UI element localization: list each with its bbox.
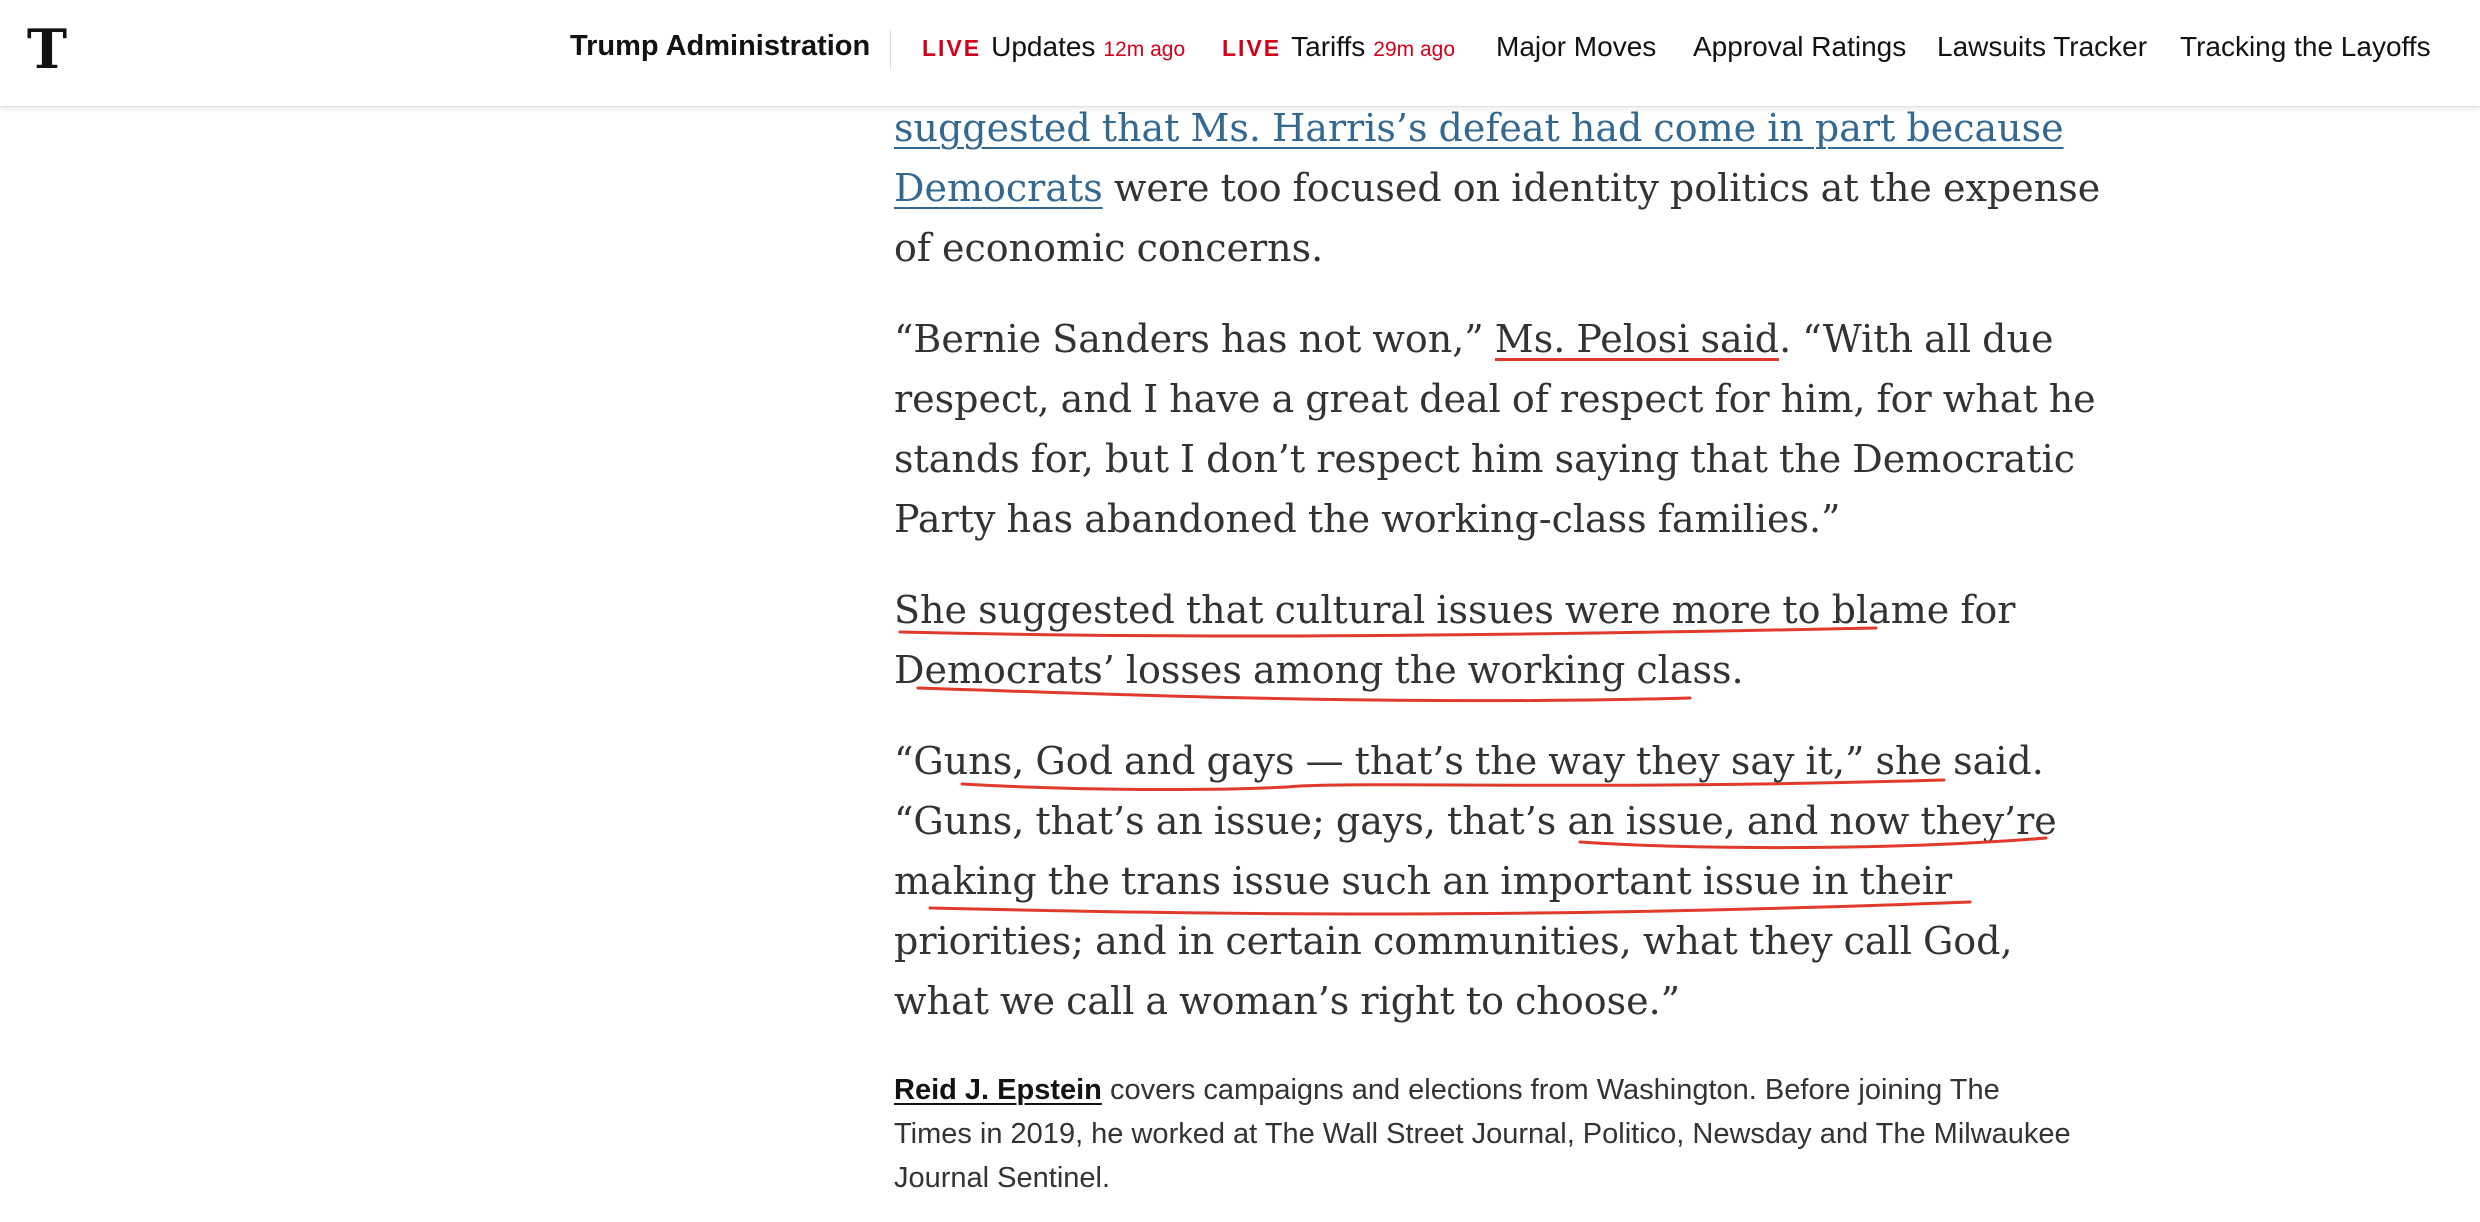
nav-item-live-tariffs[interactable]: LIVE Tariffs 29m ago — [1222, 31, 1455, 63]
nav-item-lawsuits-tracker[interactable]: Lawsuits Tracker — [1937, 31, 2147, 63]
paragraph-text: “Bernie Sanders has not won,” — [894, 317, 1495, 361]
nav-item-approval-ratings[interactable]: Approval Ratings — [1693, 31, 1906, 63]
paragraph-text: She suggested that cultural issues were … — [894, 588, 2016, 692]
paragraph-text: “Guns, God and gays — that’s the way the… — [894, 739, 2057, 1023]
nav-item-major-moves[interactable]: Major Moves — [1496, 31, 1656, 63]
nav-item-label: Tracking the Layoffs — [2180, 31, 2431, 62]
logo-letter: T — [27, 20, 67, 76]
nav-item-label: Tariffs — [1291, 31, 1366, 62]
nav-item-label: Major Moves — [1496, 31, 1657, 62]
article-paragraph: She suggested that cultural issues were … — [894, 580, 2114, 700]
nav-item-label: Updates — [991, 31, 1096, 62]
live-badge: LIVE — [1222, 35, 1282, 61]
article-paragraph: suggested that Ms. Harris’s defeat had c… — [894, 98, 2114, 278]
nav-item-label: Lawsuits Tracker — [1937, 31, 2148, 62]
annotated-phrase: Ms. Pelosi said — [1494, 317, 1780, 363]
nav-divider — [890, 30, 891, 70]
nav-item-timestamp: 12m ago — [1103, 38, 1186, 61]
nav-item-tracking-layoffs[interactable]: Tracking the Layoffs — [2180, 31, 2431, 63]
top-navigation-bar: T Trump Administration LIVE Updates 12m … — [0, 0, 2480, 107]
nyt-logo-icon[interactable]: T — [24, 20, 70, 76]
nav-item-timestamp: 29m ago — [1373, 38, 1456, 61]
article-paragraph: “Guns, God and gays — that’s the way the… — [894, 731, 2114, 1031]
section-title[interactable]: Trump Administration — [570, 30, 870, 63]
nav-item-label: Approval Ratings — [1693, 31, 1907, 62]
link-text-line1: suggested that Ms. Harris’s defeat had c… — [894, 106, 2064, 150]
article-body: suggested that Ms. Harris’s defeat had c… — [894, 98, 2114, 1062]
author-name-link[interactable]: Reid J. Epstein — [894, 1074, 1102, 1106]
nav-item-live-updates[interactable]: LIVE Updates 12m ago — [922, 31, 1185, 63]
live-badge: LIVE — [922, 35, 982, 61]
link-text-line2: Democrats — [894, 166, 1103, 210]
author-bio: Reid J. Epstein covers campaigns and ele… — [894, 1068, 2074, 1200]
article-paragraph: “Bernie Sanders has not won,” Ms. Pelosi… — [894, 309, 2114, 549]
